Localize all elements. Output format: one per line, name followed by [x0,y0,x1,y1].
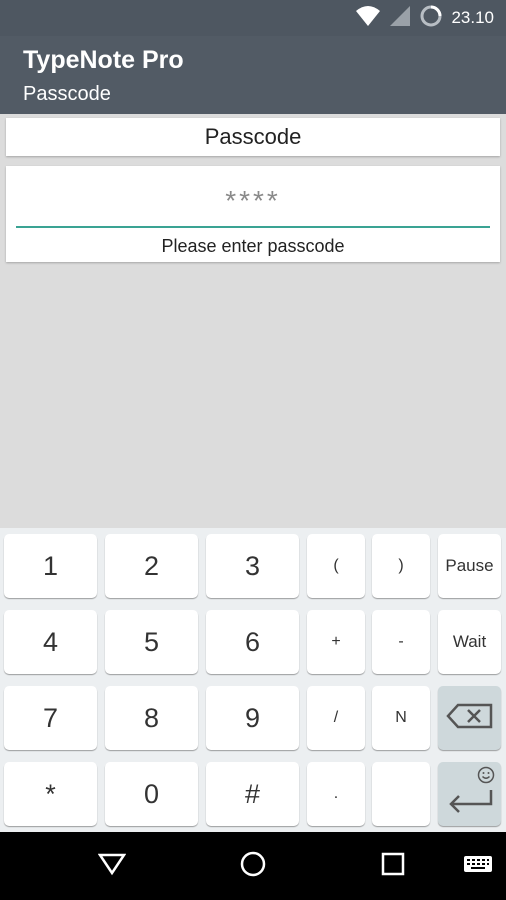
key-open-paren[interactable]: ( [307,534,365,598]
key-pause[interactable]: Pause [438,534,501,598]
key-n[interactable]: N [372,686,430,750]
backspace-button[interactable] [438,686,501,750]
passcode-entry-card: Please enter passcode [6,166,500,262]
key-period[interactable]: . [307,762,365,826]
status-icons: 23.10 [355,4,494,32]
key-2[interactable]: 2 [105,534,198,598]
battery-ring-icon [419,4,443,32]
emoji-icon [477,766,495,789]
passcode-input[interactable] [16,176,490,228]
home-icon [239,850,267,882]
key-plus[interactable]: + [307,610,365,674]
navigation-bar [0,832,506,900]
app-title: TypeNote Pro [23,46,184,74]
signal-icon [389,5,411,31]
home-button[interactable] [233,846,273,886]
key-8[interactable]: 8 [105,686,198,750]
key-3[interactable]: 3 [206,534,299,598]
key-hash[interactable]: # [206,762,299,826]
enter-button[interactable] [438,762,501,826]
key-6[interactable]: 6 [206,610,299,674]
recents-icon [381,852,405,880]
numeric-keypad: 1 2 3 ( ) Pause 4 5 6 + - Wait 7 8 9 / N… [0,528,506,832]
back-icon [97,852,127,880]
status-time: 23.10 [451,8,494,27]
backspace-icon [445,703,494,734]
key-wait[interactable]: Wait [438,610,501,674]
key-minus[interactable]: - [372,610,430,674]
recents-button[interactable] [373,846,413,886]
back-button[interactable] [92,846,132,886]
key-blank[interactable] [372,762,430,826]
key-7[interactable]: 7 [4,686,97,750]
key-slash[interactable]: / [307,686,365,750]
app-bar: TypeNote Pro Passcode [0,36,506,114]
key-1[interactable]: 1 [4,534,97,598]
key-5[interactable]: 5 [105,610,198,674]
passcode-title-card: Passcode [6,118,500,156]
key-0[interactable]: 0 [105,762,198,826]
key-star[interactable]: * [4,762,97,826]
app-subtitle: Passcode [23,83,111,105]
key-9[interactable]: 9 [206,686,299,750]
enter-icon [445,788,495,819]
keyboard-switch-button[interactable] [458,846,498,886]
key-4[interactable]: 4 [4,610,97,674]
status-bar: 23.10 [0,0,506,36]
wifi-icon [355,5,381,31]
keyboard-icon [463,853,493,879]
key-close-paren[interactable]: ) [372,534,430,598]
passcode-hint: Please enter passcode [161,236,345,256]
